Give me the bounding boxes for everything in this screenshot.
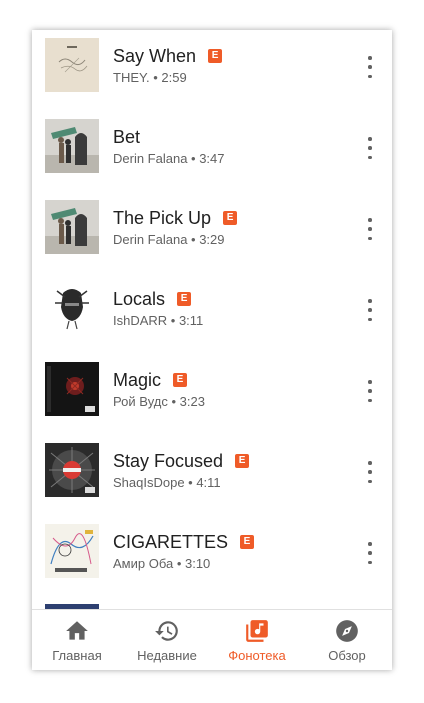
track-subtitle: ShaqIsDope • 4:11 — [113, 475, 221, 490]
track-row-the-pick-up[interactable]: The Pick Up E Derin Falana • 3:29 — [32, 192, 392, 273]
nav-recent-label: Недавние — [137, 648, 197, 663]
nav-library[interactable]: Фонотека — [212, 610, 302, 670]
explicit-badge: E — [177, 292, 192, 306]
more-options-icon[interactable] — [362, 56, 378, 78]
track-title-line: Bet — [113, 125, 140, 149]
track-title: Magic — [113, 369, 162, 390]
track-title-line: Stay Focused E — [113, 449, 250, 473]
track-title: Bet — [113, 126, 141, 147]
more-options-icon[interactable] — [362, 299, 378, 321]
explicit-badge: E — [240, 535, 255, 549]
explicit-badge: E — [173, 373, 188, 387]
track-title: CIGARETTES — [113, 531, 229, 552]
explicit-badge: E — [235, 454, 250, 468]
track-subtitle: IshDARR • 3:11 — [113, 313, 204, 328]
more-options-icon[interactable] — [362, 461, 378, 483]
more-options-icon[interactable] — [362, 218, 378, 240]
track-subtitle: Амир Оба • 3:10 — [113, 556, 211, 571]
track-title: The Pick Up — [113, 207, 212, 228]
track-title-line: Locals E — [113, 287, 192, 311]
nav-explore[interactable]: Обзор — [302, 610, 392, 670]
album-art — [45, 119, 99, 173]
bottom-navigation: Главная Недавние Фонотека Обзор — [32, 609, 392, 670]
nav-library-label: Фонотека — [228, 648, 286, 663]
library-music-icon — [246, 620, 268, 642]
album-art — [45, 38, 99, 92]
app-screen: Say When E THEY. • 2:59 Bet Derin Falana… — [32, 30, 392, 670]
track-row-cigarettes[interactable]: CIGARETTES E Амир Оба • 3:10 — [32, 516, 392, 597]
track-title-line: Say When E — [113, 44, 223, 68]
track-subtitle: Derin Falana • 3:47 — [113, 151, 225, 166]
explore-icon — [336, 620, 358, 642]
more-options-icon[interactable] — [362, 137, 378, 159]
nav-recent[interactable]: Недавние — [122, 610, 212, 670]
track-subtitle: Derin Falana • 3:29 — [113, 232, 225, 247]
track-row-locals[interactable]: Locals E IshDARR • 3:11 — [32, 273, 392, 354]
album-art — [45, 443, 99, 497]
track-title: Locals — [113, 288, 166, 309]
album-art — [45, 362, 99, 416]
nav-home[interactable]: Главная — [32, 610, 122, 670]
more-options-icon[interactable] — [362, 380, 378, 402]
track-row-magic[interactable]: Magic E Рой Вудс • 3:23 — [32, 354, 392, 435]
home-icon — [66, 621, 88, 640]
track-title-line: CIGARETTES E — [113, 530, 255, 554]
album-art — [45, 281, 99, 335]
album-art — [45, 524, 99, 578]
track-subtitle: THEY. • 2:59 — [113, 70, 187, 85]
explicit-badge: E — [223, 211, 238, 225]
more-options-icon[interactable] — [362, 542, 378, 564]
track-row-say-when[interactable]: Say When E THEY. • 2:59 — [32, 30, 392, 111]
track-title: Stay Focused — [113, 450, 224, 471]
nav-explore-label: Обзор — [328, 648, 366, 663]
album-art — [45, 200, 99, 254]
track-row-bet[interactable]: Bet Derin Falana • 3:47 — [32, 111, 392, 192]
track-row-stay-focused[interactable]: Stay Focused E ShaqIsDope • 4:11 — [32, 435, 392, 516]
track-title: Say When — [113, 45, 197, 66]
track-title-line: Magic E — [113, 368, 188, 392]
track-subtitle: Рой Вудс • 3:23 — [113, 394, 205, 409]
nav-home-label: Главная — [52, 648, 102, 663]
history-icon — [155, 621, 178, 641]
track-title-line: The Pick Up E — [113, 206, 238, 230]
explicit-badge: E — [208, 49, 223, 63]
